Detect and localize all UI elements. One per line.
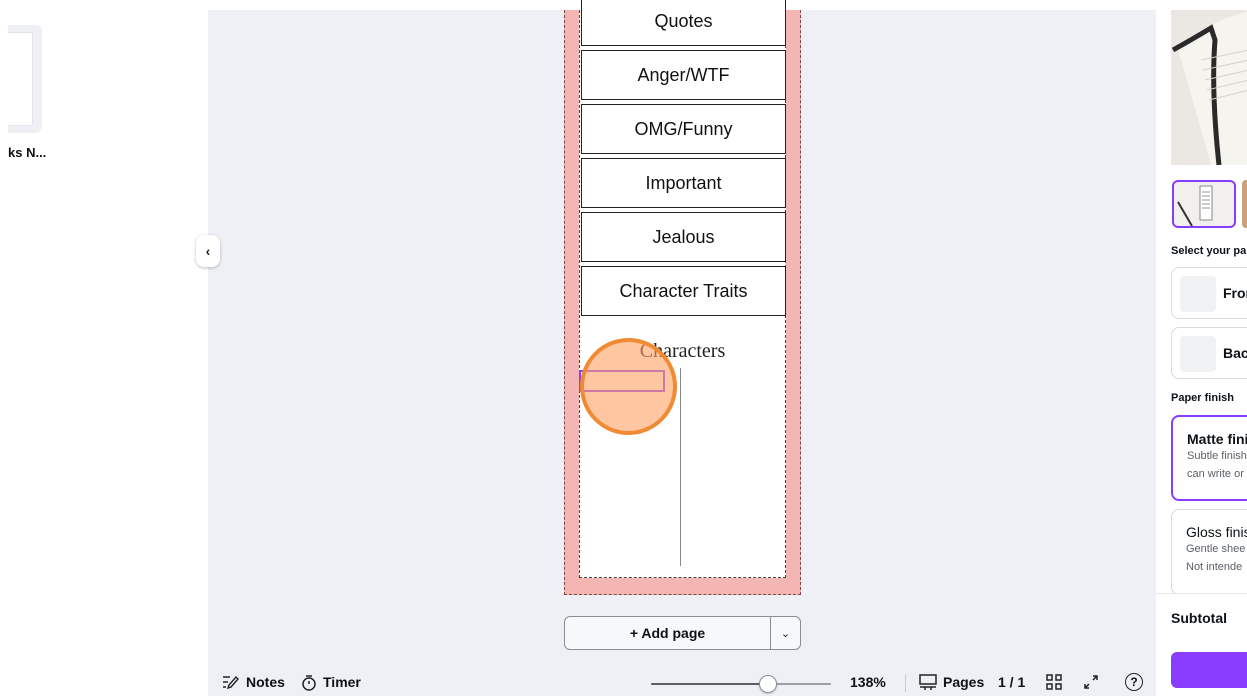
timer-icon [302, 674, 316, 691]
fullscreen-button[interactable] [1083, 674, 1099, 690]
page-content-area: Quotes Anger/WTF OMG/Funny Important Jea… [579, 0, 786, 578]
zoom-slider-fill [651, 683, 768, 685]
matte-finish-desc-1: Subtle finish [1187, 450, 1247, 462]
notes-icon [223, 675, 239, 689]
front-page-label: Fron [1223, 285, 1247, 301]
pages-label: Pages [943, 674, 985, 690]
matte-finish-option[interactable]: Matte finis Subtle finish can write or [1171, 415, 1247, 501]
design-page[interactable]: Quotes Anger/WTF OMG/Funny Important Jea… [564, 0, 801, 595]
help-button[interactable]: ? [1125, 673, 1143, 691]
collapse-panel-button[interactable]: ‹ [196, 235, 220, 267]
subtotal-section: Subtotal [1156, 593, 1247, 696]
product-preview-image [1171, 10, 1247, 165]
grid-view-button[interactable] [1046, 674, 1062, 690]
tab-box-jealous[interactable]: Jealous [581, 212, 786, 262]
tab-box-anger[interactable]: Anger/WTF [581, 50, 786, 100]
zoom-slider-handle[interactable] [759, 675, 777, 693]
back-page-label: Bac [1223, 345, 1247, 361]
gloss-finish-title: Gloss finis [1186, 524, 1247, 540]
paper-finish-label: Paper finish [1171, 392, 1234, 404]
zoom-level-label: 138% [850, 674, 886, 690]
design-thumbnail-preview [8, 32, 33, 126]
tab-box-funny[interactable]: OMG/Funny [581, 104, 786, 154]
matte-finish-desc-2: can write or [1187, 468, 1244, 480]
tab-box-quotes[interactable]: Quotes [581, 0, 786, 46]
timer-button[interactable]: Timer [301, 674, 361, 691]
add-page-control: + Add page ⌄ [564, 616, 801, 650]
product-variant-swatch-2[interactable] [1242, 180, 1247, 228]
notes-label: Notes [246, 674, 285, 690]
front-page-thumbnail [1180, 276, 1216, 312]
back-page-option[interactable]: Bac [1171, 327, 1247, 379]
gloss-finish-option[interactable]: Gloss finis Gentle shee Not intende [1171, 509, 1247, 595]
page-count-label: 1 / 1 [998, 674, 1026, 690]
canvas-area: ‹ Quotes Anger/WTF OMG/Funny Important J… [196, 0, 1156, 696]
zoom-level-button[interactable]: 138% [850, 674, 886, 690]
grid-view-icon [1046, 674, 1062, 690]
design-thumbnail-label: ks N... [8, 145, 47, 160]
tab-box-character-traits[interactable]: Character Traits [581, 266, 786, 316]
click-indicator [580, 338, 677, 435]
help-icon: ? [1125, 673, 1143, 691]
front-page-option[interactable]: Fron [1171, 267, 1247, 319]
back-page-thumbnail [1180, 336, 1216, 372]
gloss-finish-desc-2: Not intende [1186, 561, 1243, 573]
pages-button[interactable]: Pages [919, 674, 984, 690]
add-page-dropdown-button[interactable]: ⌄ [771, 617, 800, 649]
expand-icon [1084, 675, 1098, 689]
tab-box-important[interactable]: Important [581, 158, 786, 208]
select-page-label: Select your pa [1171, 245, 1247, 257]
add-page-button[interactable]: + Add page [565, 617, 771, 649]
chevron-down-icon: ⌄ [780, 627, 791, 640]
gloss-finish-desc-1: Gentle shee [1186, 543, 1246, 555]
checkout-button[interactable] [1171, 652, 1247, 688]
divider-line[interactable] [680, 368, 681, 566]
toolbar-divider [905, 674, 906, 692]
page-counter: 1 / 1 [998, 674, 1025, 690]
notes-button[interactable]: Notes [222, 674, 285, 690]
bottom-toolbar: Notes Timer 138% Pages 1 / 1 ? [208, 668, 1156, 696]
product-variant-swatch-1[interactable] [1172, 180, 1236, 228]
matte-finish-title: Matte finis [1187, 431, 1247, 447]
print-options-panel: Select your pa Fron Bac Paper finish Mat… [1156, 10, 1247, 696]
pages-icon [919, 674, 937, 690]
left-panel: ks N... [0, 10, 208, 696]
subtotal-label: Subtotal [1171, 610, 1227, 626]
timer-label: Timer [323, 674, 361, 690]
chevron-left-icon: ‹ [205, 243, 211, 259]
